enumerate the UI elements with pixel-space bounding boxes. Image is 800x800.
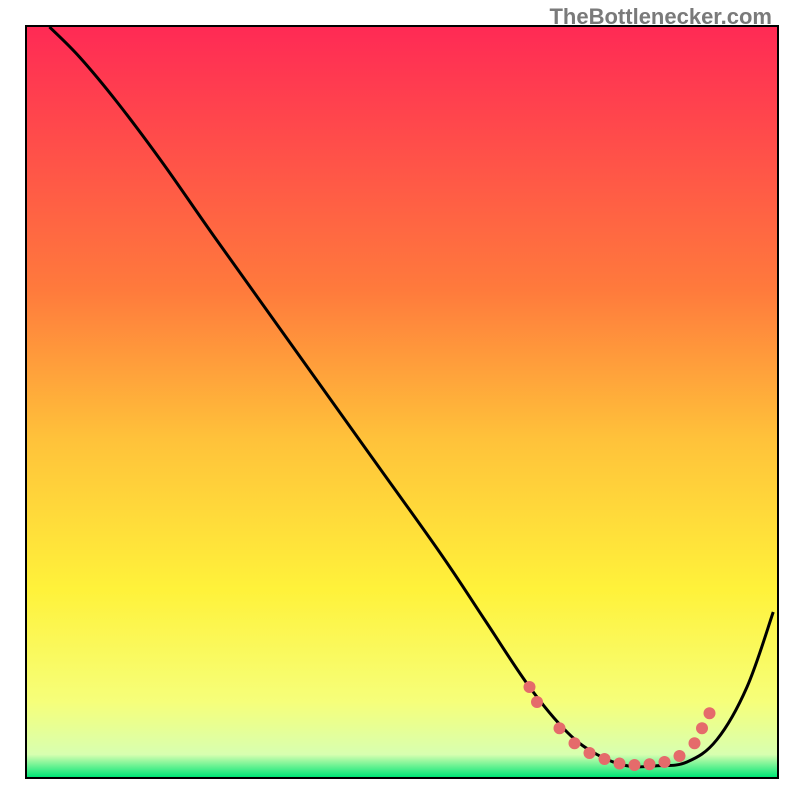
highlight-dot: [689, 737, 701, 749]
highlight-dot: [704, 707, 716, 719]
dots-svg: [27, 27, 777, 777]
highlight-dot: [524, 681, 536, 693]
highlight-dot: [569, 737, 581, 749]
highlight-dot: [584, 747, 596, 759]
optimal-range-dots: [524, 681, 716, 771]
chart-container: TheBottlenecker.com: [0, 0, 800, 800]
highlight-dot: [531, 696, 543, 708]
highlight-dot: [629, 759, 641, 771]
highlight-dot: [554, 722, 566, 734]
watermark-text: TheBottlenecker.com: [549, 4, 772, 30]
highlight-dot: [644, 758, 656, 770]
plot-area: [25, 25, 779, 779]
highlight-dot: [599, 753, 611, 765]
highlight-dot: [614, 758, 626, 770]
highlight-dot: [674, 750, 686, 762]
highlight-dot: [659, 756, 671, 768]
highlight-dot: [696, 722, 708, 734]
